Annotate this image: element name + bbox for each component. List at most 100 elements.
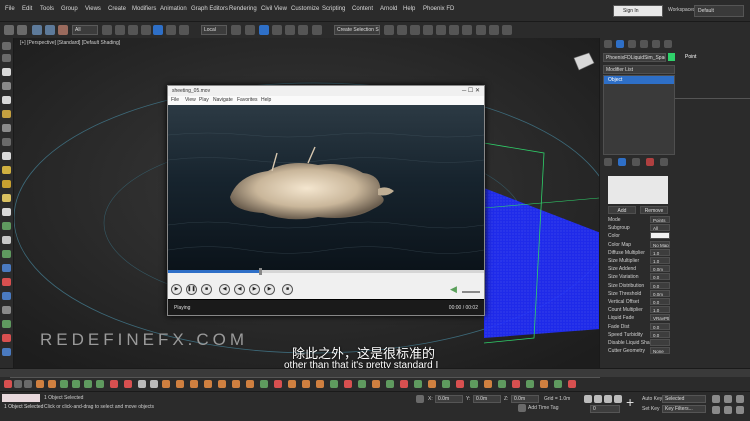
add-button[interactable]: Add [608,206,636,214]
unlink-icon[interactable] [45,25,55,35]
select-rotate-icon[interactable] [166,25,176,35]
liquid-tool-4-icon[interactable] [96,380,104,388]
shape-icon[interactable] [2,236,11,244]
display-icon[interactable] [2,96,11,104]
current-frame-field[interactable]: 0 [590,405,620,413]
menu-animation[interactable]: Animation [160,6,187,12]
sim-tool-14-icon[interactable] [442,380,450,388]
material-editor-icon[interactable] [462,25,472,35]
stop-animation-icon[interactable] [150,380,158,388]
object-name-field[interactable]: PhoenixFDLiquidSim_SpaceFiller01 [603,53,666,62]
stop-alt-button[interactable]: ■ [282,284,293,295]
panel-modify-tab-icon[interactable] [616,40,624,48]
menu-file[interactable]: File [5,6,15,12]
menu-tools[interactable]: Tools [40,6,54,12]
percent-snap-icon[interactable] [285,25,295,35]
add-time-tag[interactable]: Add Time Tag [528,405,558,411]
fire-tool-2-icon[interactable] [48,380,56,388]
configure-modifier-sets-icon[interactable] [660,158,668,166]
rect-selection-icon[interactable] [128,25,138,35]
param-value-field[interactable]: VRayPtLoader [650,314,670,322]
force-tool-icon[interactable] [124,380,132,388]
menu-group[interactable]: Group [61,6,78,12]
link-icon[interactable] [32,25,42,35]
key-filters-button[interactable]: Key Filters... [662,405,706,413]
liquid-tool-1-icon[interactable] [60,380,68,388]
remove-modifier-icon[interactable] [646,158,654,166]
lock-selection-icon[interactable] [416,395,424,403]
previous-button[interactable]: ◀ [219,284,230,295]
menu-content[interactable]: Content [352,6,373,12]
modify-icon[interactable] [2,54,11,62]
param-value-field[interactable]: 1.0 [650,306,670,314]
menu-arnold[interactable]: Arnold [380,6,397,12]
param-value-field[interactable]: 0.0m [650,289,670,297]
curve-editor-icon[interactable] [436,25,446,35]
menu-scripting[interactable]: Scripting [322,6,345,12]
remove-button[interactable]: Remove [640,206,668,214]
phoenix-source-icon[interactable] [2,292,11,300]
param-value-field[interactable]: Points [650,216,670,223]
sim-tool-8-icon[interactable] [358,380,366,388]
player-menu-play[interactable]: Play [199,97,209,103]
param-value-field[interactable] [650,339,670,346]
mini-listener-icon[interactable] [14,380,22,388]
fast-forward-button[interactable]: ▶ [249,284,260,295]
maximize-viewport-icon[interactable] [736,406,744,414]
schematic-view-icon[interactable] [449,25,459,35]
panel-utilities-tab-icon[interactable] [664,40,672,48]
volume-icon[interactable]: ◀ [450,284,457,295]
panel-motion-tab-icon[interactable] [640,40,648,48]
toggle-ribbon-icon[interactable] [423,25,433,35]
player-video-frame[interactable] [168,105,484,270]
time-slider[interactable] [0,369,750,377]
sim-tool-9-icon[interactable] [372,380,380,388]
render-tool-2-icon[interactable] [176,380,184,388]
player-menu-favorites[interactable]: Favorites [237,97,258,103]
pause-button[interactable]: ❚❚ [186,284,197,295]
param-value-field[interactable]: 0.0 [650,330,670,338]
selected-select[interactable]: Selected [662,395,706,403]
sim-tool-20-icon[interactable] [526,380,534,388]
y-coord-field[interactable]: 0.0m [473,395,501,403]
box-icon[interactable] [2,124,11,132]
next-frame-icon[interactable] [614,395,622,403]
menu-help[interactable]: Help [403,6,415,12]
sim-tool-6-icon[interactable] [330,380,338,388]
menu-customize[interactable]: Customize [291,6,319,12]
render-frame-window-icon[interactable] [489,25,499,35]
param-value-field[interactable]: 0.0 [650,298,670,305]
light-icon[interactable] [2,166,11,174]
systems-icon[interactable] [2,222,11,230]
phoenix-ocean-icon[interactable] [2,306,11,314]
rewind-button[interactable]: ◀ [234,284,245,295]
fov-icon[interactable] [712,406,720,414]
create-icon[interactable] [2,42,11,50]
menu-rendering[interactable]: Rendering [229,6,257,12]
undo-icon[interactable] [4,25,14,35]
keyboard-shortcut-icon[interactable] [245,25,255,35]
bind-space-warp-icon[interactable] [58,25,68,35]
param-value-field[interactable]: 0.0 [650,322,670,330]
sim-tool-1-icon[interactable] [260,380,268,388]
redo-icon[interactable] [17,25,27,35]
x-coord-field[interactable]: 0.0m [435,395,463,403]
liquid-tool-2-icon[interactable] [72,380,80,388]
param-value-field[interactable]: No Map [650,240,670,248]
zoom-all-icon[interactable] [724,395,732,403]
player-menu-help[interactable]: Help [261,97,271,103]
render-production-icon[interactable] [502,25,512,35]
sim-tool-10-icon[interactable] [386,380,394,388]
select-object-icon[interactable] [102,25,112,35]
hierarchy-icon[interactable] [2,68,11,76]
max-script-icon[interactable] [4,380,12,388]
make-unique-icon[interactable] [632,158,640,166]
sim-tool-5-icon[interactable] [316,380,324,388]
zoom-icon[interactable] [712,395,720,403]
auto-key-button[interactable]: Auto Key [642,396,662,402]
pivot-center-icon[interactable] [231,25,241,35]
render-tool-7-icon[interactable] [246,380,254,388]
sign-in-button[interactable]: Sign In [613,5,663,17]
panel-hierarchy-tab-icon[interactable] [628,40,636,48]
sim-tool-15-icon[interactable] [456,380,464,388]
